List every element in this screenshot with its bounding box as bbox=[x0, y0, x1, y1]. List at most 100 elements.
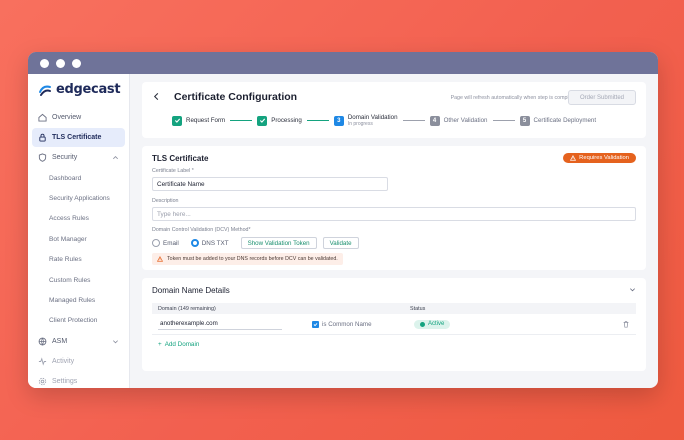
step-label: Certificate Deployment bbox=[533, 116, 597, 124]
step-other-validation: 4 Other Validation bbox=[429, 115, 488, 126]
window-dot-close[interactable] bbox=[40, 58, 49, 68]
lock-icon bbox=[39, 133, 46, 142]
app-window: edgecast Overview TLS Certificate Securi… bbox=[28, 52, 658, 388]
edgecast-logo-icon bbox=[39, 85, 51, 96]
logo[interactable]: edgecast bbox=[28, 82, 129, 107]
refresh-note: Page will refresh automatically when ste… bbox=[450, 95, 576, 101]
window-dot-maximize[interactable] bbox=[72, 58, 81, 68]
chevron-up-icon bbox=[113, 156, 118, 160]
sidebar-item-label: Security bbox=[52, 154, 78, 161]
main-content: Certificate Configuration Page will refr… bbox=[130, 74, 658, 388]
sidebar-item-security-applications[interactable]: Security Applications bbox=[28, 188, 129, 208]
domain-input[interactable]: anotherexample.com bbox=[158, 319, 282, 330]
chevron-down-icon bbox=[113, 340, 118, 344]
certificate-label-input[interactable]: Certificate Name bbox=[152, 177, 388, 191]
sidebar-item-dashboard[interactable]: Dashboard bbox=[28, 168, 129, 188]
add-domain-button[interactable]: + Add Domain bbox=[152, 341, 636, 348]
sidebar-item-label: Activity bbox=[52, 358, 75, 366]
domain-details-card: Domain Name Details Domain (149 remainin… bbox=[142, 278, 646, 371]
home-icon bbox=[38, 113, 47, 122]
step-connector bbox=[306, 120, 329, 122]
dcv-method-row: Email DNS TXT Show Validation Token Vali… bbox=[152, 237, 636, 249]
status-dot-icon bbox=[420, 321, 425, 327]
column-status: Status bbox=[410, 305, 426, 312]
sidebar-item-client-protection[interactable]: Client Protection bbox=[28, 311, 129, 331]
sidebar-item-custom-rules[interactable]: Custom Rules bbox=[28, 270, 129, 290]
domains-table: Domain (149 remaining) Status anotherexa… bbox=[152, 303, 636, 335]
sidebar-item-label: ASM bbox=[52, 338, 68, 346]
sidebar-item-label: Settings bbox=[52, 378, 78, 386]
status-badge: Active bbox=[414, 319, 451, 329]
checkbox-checked-icon[interactable] bbox=[312, 320, 319, 328]
status-text: Active bbox=[428, 321, 445, 327]
progress-stepper: Request Form Processing 3 Domain Validat… bbox=[172, 114, 597, 127]
logo-text: edgecast bbox=[56, 82, 121, 97]
step-label: Other Validation bbox=[443, 116, 488, 124]
step-number: 4 bbox=[429, 115, 440, 126]
sidebar-item-bot-manager[interactable]: Bot Manager bbox=[28, 229, 129, 249]
window-titlebar bbox=[28, 52, 658, 74]
table-row: anotherexample.com is Common Name Active bbox=[152, 314, 636, 335]
sidebar-item-activity[interactable]: Activity bbox=[32, 352, 125, 371]
step-number: 5 bbox=[519, 115, 530, 126]
sidebar-item-security[interactable]: Security bbox=[32, 148, 125, 167]
step-label: Domain Validation In progress bbox=[347, 114, 398, 127]
step-label: Request Form bbox=[186, 116, 226, 124]
warning-text: Token must be added to your DNS records … bbox=[167, 256, 338, 262]
step-request-form: Request Form bbox=[172, 115, 226, 126]
sidebar: edgecast Overview TLS Certificate Securi… bbox=[28, 74, 130, 388]
activity-icon bbox=[38, 357, 47, 366]
warning-icon bbox=[570, 155, 577, 161]
step-title: Domain Validation bbox=[347, 114, 398, 121]
column-domain: Domain (149 remaining) bbox=[158, 305, 216, 312]
dns-warning-note: Token must be added to your DNS records … bbox=[152, 253, 343, 265]
app-body: edgecast Overview TLS Certificate Securi… bbox=[28, 74, 658, 388]
step-connector bbox=[402, 120, 425, 122]
step-processing: Processing bbox=[257, 115, 302, 126]
back-arrow-icon[interactable] bbox=[152, 92, 161, 101]
dcv-option-dns-txt[interactable]: DNS TXT bbox=[190, 239, 229, 247]
sidebar-item-settings[interactable]: Settings bbox=[32, 372, 125, 388]
card-title: Domain Name Details bbox=[152, 286, 230, 295]
common-name-checkbox-wrap[interactable]: is Common Name bbox=[312, 320, 412, 328]
radio-email[interactable] bbox=[152, 239, 160, 247]
radio-dns-txt[interactable] bbox=[190, 239, 199, 247]
globe-icon bbox=[38, 337, 47, 346]
status-cell: Active bbox=[414, 319, 594, 329]
step-certificate-deployment: 5 Certificate Deployment bbox=[519, 115, 597, 126]
validate-button[interactable]: Validate bbox=[322, 237, 359, 249]
chevron-down-icon[interactable] bbox=[629, 286, 636, 293]
checkmark-icon bbox=[257, 115, 268, 126]
window-dot-minimize[interactable] bbox=[56, 58, 65, 68]
step-connector bbox=[492, 120, 515, 122]
warning-icon bbox=[157, 256, 163, 262]
step-label: Processing bbox=[271, 116, 302, 124]
checkmark-icon bbox=[172, 115, 182, 126]
sidebar-item-label: TLS Certificate bbox=[52, 134, 102, 141]
dcv-option-email[interactable]: Email bbox=[152, 239, 179, 247]
step-domain-validation: 3 Domain Validation In progress bbox=[333, 114, 398, 127]
trash-icon[interactable] bbox=[622, 320, 630, 328]
sidebar-item-overview[interactable]: Overview bbox=[32, 108, 125, 127]
sidebar-item-access-rules[interactable]: Access Rules bbox=[28, 209, 129, 229]
sidebar-item-tls-certificate[interactable]: TLS Certificate bbox=[32, 128, 125, 147]
badge-text: Requires Validation bbox=[579, 155, 629, 161]
add-domain-label: Add Domain bbox=[164, 341, 200, 348]
radio-label: DNS TXT bbox=[201, 239, 229, 247]
sidebar-item-asm[interactable]: ASM bbox=[32, 332, 125, 351]
requires-validation-badge: Requires Validation bbox=[563, 153, 636, 163]
common-name-label: is Common Name bbox=[322, 320, 372, 328]
tls-certificate-card: TLS Certificate Requires Validation Cert… bbox=[142, 146, 646, 270]
sidebar-item-rate-rules[interactable]: Rate Rules bbox=[28, 250, 129, 270]
show-validation-token-button[interactable]: Show Validation Token bbox=[240, 237, 317, 249]
plus-icon: + bbox=[158, 341, 162, 348]
description-input[interactable]: Type here... bbox=[152, 207, 636, 221]
page-header: Certificate Configuration Page will refr… bbox=[142, 82, 646, 138]
description-label: Description bbox=[152, 198, 179, 204]
sidebar-item-managed-rules[interactable]: Managed Rules bbox=[28, 290, 129, 310]
page-title: Certificate Configuration bbox=[174, 91, 298, 103]
dcv-method-label: Domain Control Validation (DCV) Method* bbox=[152, 227, 251, 233]
table-header: Domain (149 remaining) Status bbox=[152, 303, 636, 314]
order-submitted-button[interactable]: Order Submitted bbox=[568, 90, 636, 105]
step-subtitle: In progress bbox=[347, 120, 373, 127]
